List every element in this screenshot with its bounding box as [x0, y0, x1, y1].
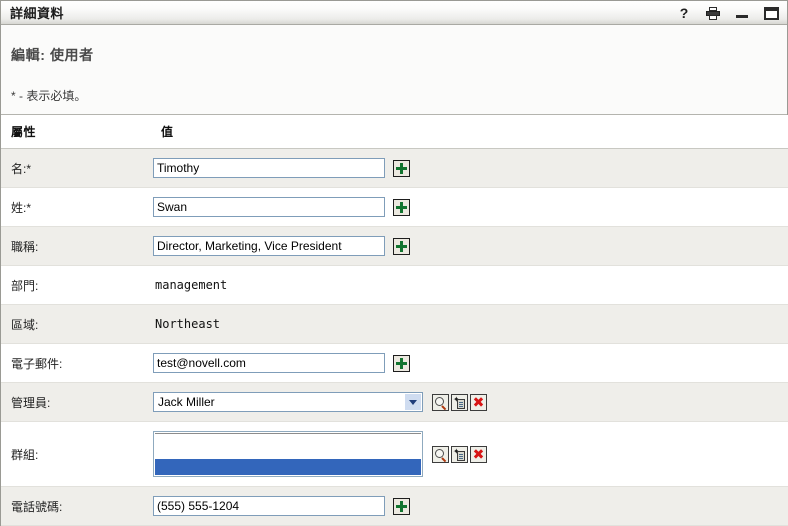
maximize-button[interactable] — [763, 5, 779, 21]
field-label-email: 電子郵件: — [1, 344, 151, 383]
attribute-value-table: 屬性 值 名:* 姓:* — [1, 115, 788, 526]
chevron-down-icon[interactable] — [405, 394, 421, 410]
email-input[interactable] — [153, 353, 385, 373]
manager-search-icon[interactable] — [432, 394, 449, 411]
table-row: 管理員: Jack Miller ✦ — [1, 383, 788, 422]
field-label-department: 部門: — [1, 266, 151, 305]
print-button[interactable] — [705, 5, 721, 21]
phone-input[interactable] — [153, 496, 385, 516]
manager-select[interactable]: Jack Miller — [153, 392, 423, 412]
table-row: 部門: management — [1, 266, 788, 305]
groups-selected-item[interactable] — [155, 459, 421, 475]
region-value: Northeast — [153, 317, 220, 331]
page-title: 編輯: 使用者 — [11, 45, 787, 65]
column-header-value: 值 — [151, 115, 788, 149]
groups-delete-icon[interactable]: ✖ — [470, 446, 487, 463]
table-row: 姓:* — [1, 188, 788, 227]
groups-new-item-icon[interactable]: ✦ — [451, 446, 468, 463]
add-email-button[interactable] — [393, 355, 410, 372]
printer-icon — [706, 7, 720, 20]
field-label-last-name: 姓:* — [1, 188, 151, 227]
window-controls: ? — [676, 1, 779, 25]
table-row: 名:* — [1, 149, 788, 188]
field-label-first-name: 名:* — [1, 149, 151, 188]
groups-listbox[interactable] — [153, 431, 423, 477]
manager-selected-value: Jack Miller — [154, 395, 215, 409]
add-first-name-button[interactable] — [393, 160, 410, 177]
minimize-button[interactable] — [734, 5, 750, 21]
table-header-row: 屬性 值 — [1, 115, 788, 149]
add-phone-button[interactable] — [393, 498, 410, 515]
required-field-note: * - 表示必填。 — [11, 87, 787, 104]
table-row: 電子郵件: — [1, 344, 788, 383]
table-body: 名:* 姓:* — [1, 149, 788, 526]
details-window: 詳細資料 ? 編輯: 使用者 * - 表示必填。 屬 — [0, 0, 788, 526]
help-button[interactable]: ? — [676, 5, 692, 21]
field-label-groups: 群組: — [1, 422, 151, 487]
page-header: 編輯: 使用者 * - 表示必填。 — [1, 25, 787, 115]
table-row: 電話號碼: — [1, 487, 788, 526]
table-row: 職稱: — [1, 227, 788, 266]
field-label-phone: 電話號碼: — [1, 487, 151, 526]
field-label-title: 職稱: — [1, 227, 151, 266]
manager-new-item-icon[interactable]: ✦ — [451, 394, 468, 411]
add-title-button[interactable] — [393, 238, 410, 255]
field-label-region: 區域: — [1, 305, 151, 344]
groups-search-icon[interactable] — [432, 446, 449, 463]
field-label-manager: 管理員: — [1, 383, 151, 422]
column-header-attribute: 屬性 — [1, 115, 151, 149]
table-row: 群組: ✦ — [1, 422, 788, 487]
manager-actions: ✦ ✖ — [432, 394, 487, 411]
department-value: management — [153, 278, 227, 292]
help-icon: ? — [680, 6, 689, 20]
last-name-input[interactable] — [153, 197, 385, 217]
first-name-input[interactable] — [153, 158, 385, 178]
groups-actions: ✦ ✖ — [432, 446, 487, 463]
minimize-icon — [736, 15, 748, 18]
window-title: 詳細資料 — [1, 3, 64, 22]
add-last-name-button[interactable] — [393, 199, 410, 216]
table-row: 區域: Northeast — [1, 305, 788, 344]
title-input[interactable] — [153, 236, 385, 256]
window-titlebar: 詳細資料 ? — [1, 1, 787, 25]
manager-delete-icon[interactable]: ✖ — [470, 394, 487, 411]
maximize-icon — [764, 7, 779, 20]
